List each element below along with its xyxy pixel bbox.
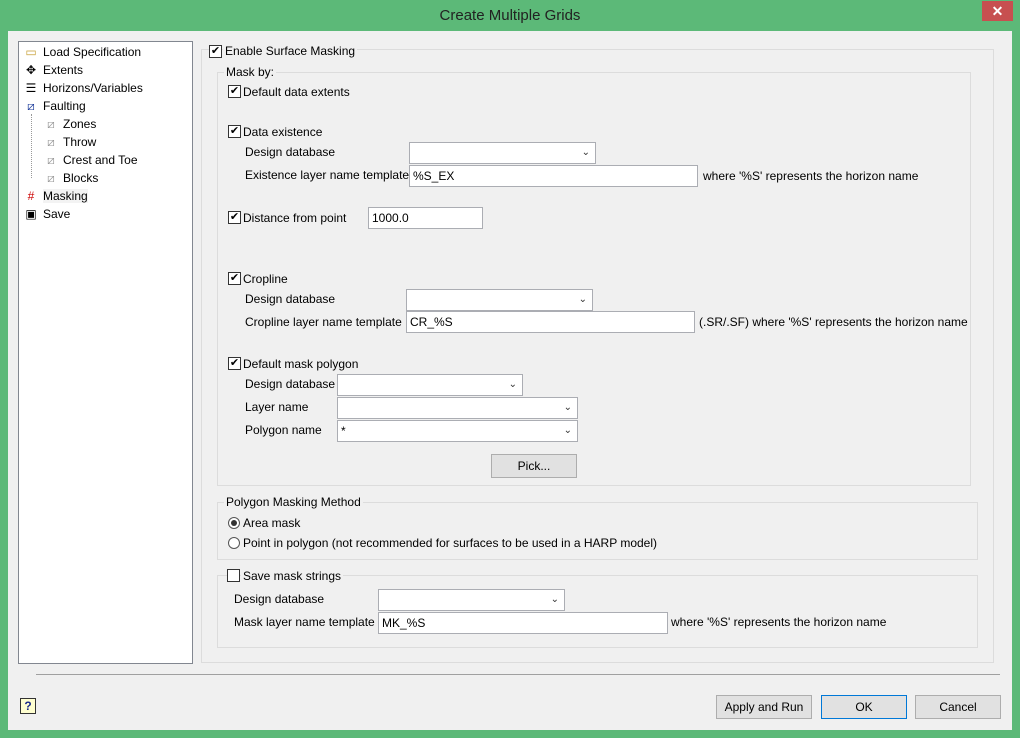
cropline-hint: (.SR/.SF) where '%S' represents the hori… [699,315,968,329]
mask-template-input[interactable]: MK_%S [378,612,668,634]
mask-by-label: Mask by: [224,65,277,79]
tree-item-save[interactable]: ▣ Save [23,205,70,223]
cropline-db-label: Design database [245,292,336,306]
data-existence-label: Data existence [243,125,323,139]
footer-divider [36,674,1000,675]
layer-name-select[interactable]: ⌄ [337,397,578,419]
polygon-name-label: Polygon name [245,423,322,437]
tree-item-load-specification[interactable]: ▭ Load Specification [23,43,141,61]
grid-icon: # [27,189,35,203]
existence-template-label: Existence layer name template [245,168,410,182]
chevron-down-icon: ⌄ [550,594,559,605]
cancel-button[interactable]: Cancel [915,695,1001,719]
point-in-polygon-radio[interactable] [228,537,240,549]
chevron-down-icon: ⌄ [563,425,572,436]
polygon-db-label: Design database [245,377,336,391]
navigation-tree: ▭ Load Specification ✥ Extents ☰ Horizons/V… [18,41,193,664]
data-existence-checkbox[interactable]: ✔ [228,125,241,138]
apply-and-run-button[interactable]: Apply and Run [716,695,812,719]
area-mask-radio[interactable] [228,517,240,529]
tree-item-zones[interactable]: ⧄ Zones [43,115,96,133]
mask-by-group [217,72,971,486]
enable-masking-label: Enable Surface Masking [223,44,358,58]
enable-masking-checkbox[interactable]: ✔ [209,45,222,58]
fault-icon: ⧄ [47,117,55,131]
polygon-db-select[interactable]: ⌄ [337,374,523,396]
cropline-template-label: Cropline layer name template [245,315,402,329]
polygon-name-select[interactable]: * ⌄ [337,420,578,442]
masking-method-title: Polygon Masking Method [224,495,363,509]
chevron-down-icon: ⌄ [563,402,572,413]
tree-item-throw[interactable]: ⧄ Throw [43,133,96,151]
distance-label: Distance from point [243,211,347,225]
cropline-label: Cropline [243,272,288,286]
existence-hint: where '%S' represents the horizon name [703,169,919,183]
chevron-down-icon: ⌄ [581,147,590,158]
chevron-down-icon: ⌄ [508,379,517,390]
mask-db-select[interactable]: ⌄ [378,589,565,611]
existence-db-label: Design database [245,145,336,159]
existence-template-input[interactable]: %S_EX [409,165,698,187]
close-button[interactable]: ✕ [982,1,1013,21]
masking-method-group [217,502,978,560]
window-title: Create Multiple Grids [439,7,581,24]
default-polygon-checkbox[interactable]: ✔ [228,357,241,370]
help-icon[interactable]: ? [20,698,36,714]
tree-item-faulting[interactable]: ⧄ Faulting [23,97,86,115]
ok-button[interactable]: OK [821,695,907,719]
default-extents-checkbox[interactable]: ✔ [228,85,241,98]
default-polygon-label: Default mask polygon [243,357,359,371]
distance-input[interactable]: 1000.0 [368,207,483,229]
folder-icon: ▭ [25,45,37,59]
move-arrows-icon: ✥ [25,63,37,77]
chevron-down-icon: ⌄ [578,294,587,305]
save-strings-label: Save mask strings [241,569,344,583]
layers-icon: ☰ [25,81,37,95]
fault-icon: ⧄ [27,99,35,113]
tree-item-masking[interactable]: # Masking [23,187,88,205]
fault-icon: ⧄ [47,153,55,167]
fault-icon: ⧄ [47,171,55,185]
floppy-disk-icon: ▣ [25,207,37,221]
tree-item-horizons[interactable]: ☰ Horizons/Variables [23,79,143,97]
cropline-template-input[interactable]: CR_%S [406,311,695,333]
mask-hint: where '%S' represents the horizon name [671,615,887,629]
layer-name-label: Layer name [245,400,309,414]
tree-connector [31,114,41,178]
tree-item-crest-and-toe[interactable]: ⧄ Crest and Toe [43,151,137,169]
default-extents-label: Default data extents [243,85,350,99]
existence-db-select[interactable]: ⌄ [409,142,596,164]
pick-button[interactable]: Pick... [491,454,577,478]
area-mask-label: Area mask [243,516,301,530]
point-in-polygon-label: Point in polygon (not recommended for su… [243,536,657,550]
cropline-db-select[interactable]: ⌄ [406,289,593,311]
cropline-checkbox[interactable]: ✔ [228,272,241,285]
tree-item-extents[interactable]: ✥ Extents [23,61,83,79]
fault-icon: ⧄ [47,135,55,149]
mask-db-label: Design database [234,592,325,606]
tree-item-blocks[interactable]: ⧄ Blocks [43,169,98,187]
mask-template-label: Mask layer name template [234,615,375,629]
distance-checkbox[interactable]: ✔ [228,211,241,224]
save-strings-checkbox[interactable] [227,569,240,582]
